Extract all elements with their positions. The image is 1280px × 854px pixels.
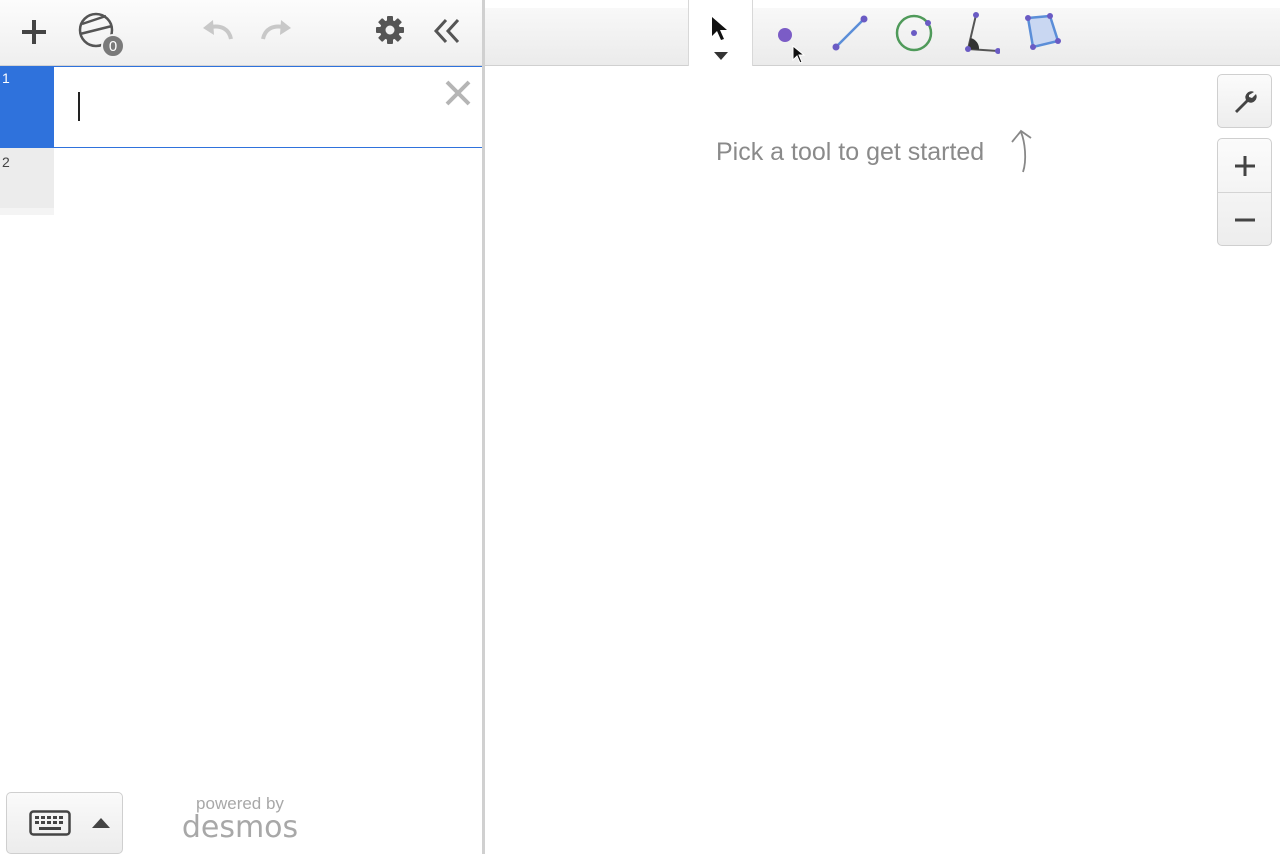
graph-settings-button[interactable] — [1217, 74, 1272, 128]
minus-icon — [1234, 218, 1255, 221]
polygon-tool-button[interactable] — [1014, 8, 1070, 58]
angle-icon — [965, 12, 1000, 54]
settings-button[interactable] — [370, 10, 410, 50]
graph-settings-cell[interactable] — [1218, 75, 1271, 128]
circle-icon — [895, 14, 933, 52]
expression-panel: 0 1 2 powered by desmos — [0, 0, 483, 854]
chevron-down-icon — [714, 52, 728, 60]
expression-index: 1 — [2, 70, 10, 86]
mouse-cursor-icon — [792, 45, 806, 64]
circle-tool-button[interactable] — [886, 8, 942, 58]
undo-button[interactable] — [198, 12, 238, 48]
keyboard-icon — [29, 810, 71, 836]
plus-icon — [22, 20, 46, 44]
gear-icon — [376, 16, 404, 44]
geometry-canvas[interactable] — [485, 66, 1280, 854]
redo-icon — [261, 20, 291, 40]
segment-tool-button[interactable] — [822, 8, 878, 58]
select-tool-button[interactable] — [688, 0, 753, 66]
expression-toolbar: 0 — [0, 0, 483, 66]
expression-gutter[interactable]: 2 — [0, 148, 54, 214]
construction-count-badge: 0 — [101, 34, 125, 58]
zoom-in-button[interactable] — [1218, 139, 1271, 192]
expression-gutter[interactable]: 1 — [0, 66, 54, 148]
zoom-controls — [1217, 138, 1272, 246]
undo-icon — [203, 20, 233, 40]
hand-drawn-arrow-icon — [1011, 129, 1032, 173]
desmos-geometry-app: 0 1 2 powered by desmos Pick a tool to g… — [0, 0, 1280, 854]
toolbar-top-strip — [485, 0, 1280, 8]
geometry-toolbar — [485, 8, 1280, 66]
delete-expression-button[interactable] — [443, 78, 473, 108]
add-item-button[interactable] — [14, 12, 54, 52]
wrench-icon — [1234, 90, 1257, 113]
pick-tool-hint: Pick a tool to get started — [716, 138, 985, 166]
double-chevron-left-icon — [433, 18, 460, 44]
segment-icon — [832, 15, 868, 51]
expression-input[interactable] — [54, 66, 483, 148]
redo-button[interactable] — [256, 12, 296, 48]
gutter-end — [0, 208, 54, 215]
expression-row[interactable]: 2 — [0, 148, 483, 214]
expression-index: 2 — [2, 154, 10, 170]
expression-row[interactable]: 1 — [0, 66, 483, 148]
keypad-toggle-button[interactable] — [6, 792, 123, 854]
angle-tool-button[interactable] — [950, 8, 1006, 58]
plus-icon — [1234, 155, 1255, 176]
text-caret — [78, 92, 80, 121]
powered-by-desmos[interactable]: powered by desmos — [180, 795, 300, 843]
caret-up-icon — [92, 818, 110, 828]
polygon-icon — [1025, 13, 1061, 50]
expression-input[interactable] — [54, 148, 483, 214]
pointer-arrow-icon — [712, 17, 727, 40]
collapse-panel-button[interactable] — [428, 12, 466, 50]
point-icon — [778, 28, 792, 42]
close-icon — [445, 80, 471, 106]
desmos-logo: desmos — [181, 810, 299, 845]
expression-list: 1 2 — [0, 66, 483, 214]
zoom-out-button[interactable] — [1218, 193, 1271, 246]
